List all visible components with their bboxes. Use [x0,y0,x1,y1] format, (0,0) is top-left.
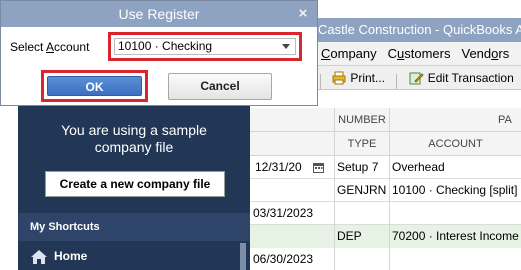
table-row[interactable]: DEP 70200 · Interest Income [250,225,521,248]
header-row-2: TYPE ACCOUNT [250,132,521,156]
menu-vendors[interactable]: Vendors [462,42,510,65]
chevron-down-icon[interactable] [282,44,290,49]
print-label: Print... [350,71,386,85]
ok-button-highlight: OK [41,70,148,102]
select-account-label: Select Account [10,39,89,55]
use-register-dialog: Use Register × Select Account 10100 · Ch… [0,0,318,106]
account-select[interactable]: 10100 · Checking [114,38,296,55]
ok-button[interactable]: OK [47,76,142,96]
app-title-bar: Castle Construction - QuickBooks Acc [318,18,521,42]
column-divider [389,108,390,270]
header-number: NUMBER [338,114,386,126]
left-nav-panel: You are using a sample company file Crea… [18,104,250,270]
table-row[interactable]: 03/31/2023 [250,202,521,225]
row-account: 10100 · Checking [split] [392,183,518,197]
menu-bar: CompanyCustomersVendorsE [318,42,521,66]
row-date: 06/30/2023 [253,252,314,266]
calendar-icon[interactable] [313,162,324,173]
row-date: 12/31/20 [255,160,302,174]
register-grid: NUMBER PA TYPE ACCOUNT 12/31/20 Setup 7 … [250,104,521,270]
label-text: ccount [54,40,90,54]
my-shortcuts-header: My Shortcuts [18,213,250,241]
dialog-title-bar: Use Register [1,1,317,27]
label-accelerator: A [46,40,55,54]
printer-icon [332,71,346,85]
row-account: Overhead [392,160,445,174]
edit-transaction-label: Edit Transaction [427,71,514,85]
label-text: Select [10,40,47,54]
header-row-1: NUMBER PA [250,108,521,132]
row-account: 70200 · Interest Income [392,229,519,243]
house-icon [31,249,47,264]
dialog-title: Use Register [118,6,200,22]
header-payee: PA [498,114,512,126]
menu-company[interactable]: Company [321,42,377,65]
cancel-button[interactable]: Cancel [168,73,272,100]
table-row[interactable]: GENJRN 10100 · Checking [split] [250,179,521,202]
account-select-value: 10100 · Checking [118,39,213,53]
row-number: Setup 7 [337,160,379,174]
close-icon[interactable]: × [295,1,311,27]
print-button[interactable]: Print... [326,66,391,89]
account-select-highlight: 10100 · Checking [108,32,302,61]
nav-scrollbar[interactable] [240,243,246,270]
header-type: TYPE [347,138,377,150]
table-row[interactable]: 06/30/2023 [250,248,521,270]
app-title: Castle Construction - QuickBooks Acc [318,22,521,37]
sample-company-notice: You are using a sample company file [61,122,207,155]
window-left-margin [0,96,18,270]
table-row[interactable]: 12/31/20 Setup 7 Overhead [250,156,521,179]
edit-pencil-icon [409,72,424,85]
toolbar-separator [320,73,321,89]
row-type: GENJRN [337,183,387,197]
register-toolbar: Print... Edit Transaction [318,66,521,90]
column-divider [334,108,335,270]
menu-customers[interactable]: Customers [388,42,451,65]
header-account: ACCOUNT [428,138,483,150]
row-date: 03/31/2023 [253,206,314,220]
shortcut-home[interactable]: Home [18,243,238,270]
shortcut-home-label: Home [54,249,88,263]
row-type: DEP [337,229,362,243]
toolbar-separator [396,73,398,89]
edit-transaction-button[interactable]: Edit Transaction [403,66,520,89]
create-company-button[interactable]: Create a new company file [45,171,225,197]
